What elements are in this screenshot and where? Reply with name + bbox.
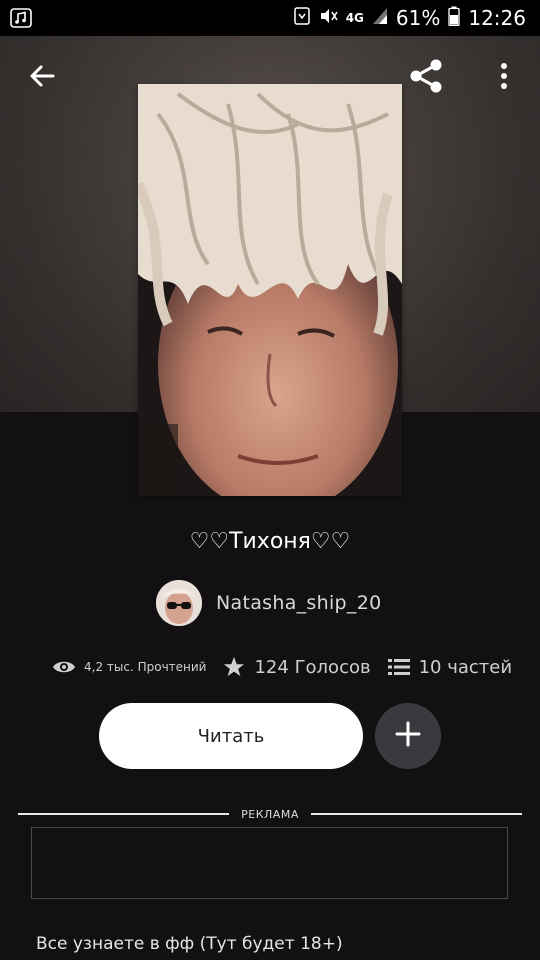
ad-divider-line-right — [310, 813, 522, 815]
nfc-icon — [293, 6, 310, 30]
ad-divider: РЕКЛАМА — [18, 804, 522, 824]
author-row[interactable]: Natasha_ship_20 — [156, 580, 382, 626]
avatar[interactable] — [156, 580, 202, 626]
signal-icon — [372, 7, 388, 29]
plus-icon — [395, 721, 421, 751]
battery-icon — [448, 6, 461, 30]
mute-icon — [318, 6, 338, 30]
battery-percent: 61% — [395, 6, 441, 30]
back-button[interactable] — [18, 54, 66, 102]
share-icon — [406, 56, 446, 100]
story-title: ♡♡Тихоня♡♡ — [189, 529, 351, 554]
reads-stat: 4,2 тыс. Прочтений — [52, 655, 206, 679]
more-options-button[interactable] — [480, 54, 528, 102]
read-button[interactable]: Читать — [99, 703, 363, 769]
network-type: 4G — [345, 11, 364, 25]
eye-icon — [52, 655, 76, 679]
share-button[interactable] — [402, 54, 450, 102]
music-note-icon — [10, 8, 32, 28]
story-stats: 4,2 тыс. Прочтений 124 Голосов 10 частей — [52, 652, 528, 682]
ad-label: РЕКЛАМА — [241, 807, 299, 821]
votes-stat: 124 Голосов — [222, 655, 371, 679]
status-bar: 4G 61% 12:26 — [0, 0, 540, 36]
ad-divider-line-left — [18, 813, 230, 815]
clock: 12:26 — [468, 6, 526, 30]
star-icon — [222, 655, 246, 679]
ad-placeholder[interactable] — [31, 827, 508, 899]
parts-count: 10 частей — [418, 656, 513, 678]
add-to-library-button[interactable] — [375, 703, 441, 769]
story-description: Все узнаете в фф (Тут будет 18+) — [36, 934, 343, 954]
parts-stat: 10 частей — [387, 655, 512, 679]
more-vertical-icon — [499, 62, 509, 94]
list-icon — [387, 655, 411, 679]
votes-count: 124 Голосов — [254, 656, 371, 678]
author-name[interactable]: Natasha_ship_20 — [216, 592, 382, 614]
story-cover-image[interactable] — [138, 84, 402, 496]
arrow-left-icon — [28, 62, 56, 94]
reads-count: 4,2 тыс. Прочтений — [84, 660, 207, 674]
